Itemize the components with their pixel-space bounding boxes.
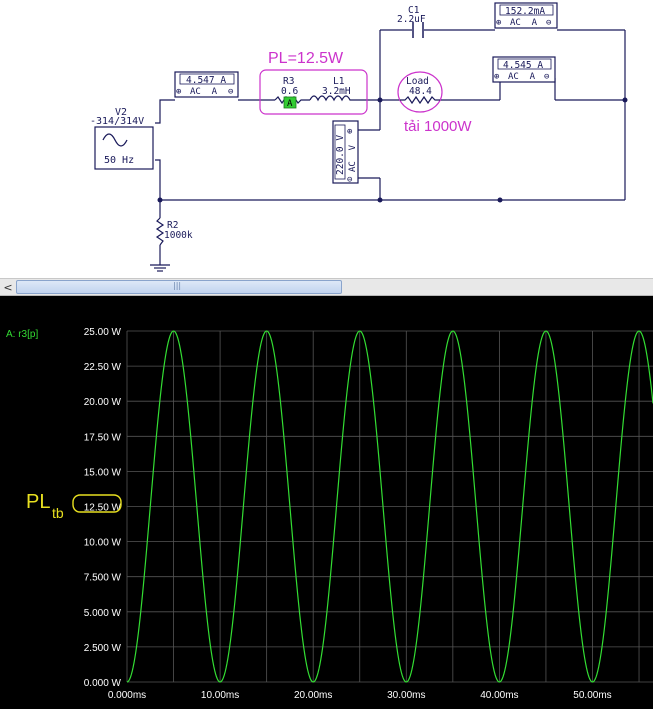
pl-annotation-group: PL=12.5W [259,50,368,115]
ammeter-capacitor-reading: 152.2mA [505,6,545,17]
resistor-r2[interactable]: R2 1000k [155,217,193,246]
svg-text:⊖: ⊖ [347,175,352,185]
x-tick-label: 30.00ms [387,690,425,701]
ammeter-input-mode: AC A [190,87,218,97]
c1-value: 2.2uF [397,14,426,25]
load-annotation: tải 1000W [404,118,472,135]
resistor-icon [400,95,440,105]
scroll-left-arrow[interactable]: < [0,279,16,295]
voltmeter-reading: 220.0 V [335,135,346,175]
svg-text:⊕: ⊕ [496,18,501,28]
ammeter-load[interactable]: 4.545 A ⊕ AC A ⊖ [492,56,556,83]
ammeter-capacitor[interactable]: 152.2mA ⊕ AC A ⊖ [494,2,558,29]
trace-label: A: r3[p] [6,329,38,340]
y-tick-label: 22.50 W [84,362,122,373]
r2-value: 1000k [164,230,193,241]
x-tick-label: 10.00ms [201,690,239,701]
load-resistor[interactable]: Load 48.4 tải 1000W [397,71,472,135]
y-tick-label: 0.000 W [84,678,122,689]
y-tick-label: 25.00 W [84,327,122,338]
source-freq: 50 Hz [104,155,134,166]
resistor-icon [155,217,165,246]
y-tick-label: 20.00 W [84,397,122,408]
pl-annotation-label: PL=12.5W [268,50,344,67]
ammeter-input[interactable]: 4.547 A ⊕ AC A ⊖ [174,71,239,98]
power-chart[interactable]: 0.000 W2.500 W5.000 W7.500 W10.00 W12.50… [0,296,653,709]
ammeter-capacitor-mode: AC A [510,18,538,28]
scrollbar-grip: ||| [173,281,182,290]
svg-text:⊕: ⊕ [494,72,499,82]
schematic-canvas[interactable]: V2 -314/314V 50 Hz 4.547 A ⊕ AC A ⊖ PL=1… [0,0,653,278]
voltage-source-v2[interactable]: V2 -314/314V 50 Hz [90,107,154,170]
junction-dots [157,97,628,203]
x-tick-label: 20.00ms [294,690,332,701]
voltmeter[interactable]: 220.0 V AC V ⊕ ⊖ [332,120,359,185]
ground-icon [150,264,170,272]
y-tick-label: 15.00 W [84,467,122,478]
probe-label: A [287,99,293,109]
pl-label: PL [26,491,50,513]
y-tick-label: 10.00 W [84,538,122,549]
capacitor-c1[interactable]: C1 2.2uF [397,5,426,38]
load-value: 48.4 [409,86,432,97]
y-tick-label: 17.50 W [84,432,122,443]
x-axis-ticks: 0.000ms 10.00ms 20.00ms 30.00ms 40.00ms 50.00… [108,690,612,701]
y-tick-label: 7.500 W [84,573,122,584]
horizontal-scrollbar[interactable]: < ||| [0,278,653,296]
y-tick-label: 5.000 W [84,608,122,619]
ammeter-load-reading: 4.545 A [503,60,543,71]
pl-subscript: tb [52,505,64,521]
svg-text:⊖: ⊖ [228,87,233,97]
inductor-l1[interactable]: L1 3.2mH [309,76,355,102]
chart-grid [126,330,653,683]
svg-text:⊕: ⊕ [176,87,181,97]
resistor-r3[interactable]: R3 0.6 A [274,76,310,109]
source-value: -314/314V [90,116,144,127]
oscilloscope-panel[interactable]: 0.000 W 2.500 W 5.000 W 7.500 W 10.00 W 12.50… [0,296,653,709]
ammeter-load-mode: AC A [508,72,536,82]
svg-text:⊕: ⊕ [347,127,352,137]
l1-value: 3.2mH [322,86,351,97]
svg-text:⊖: ⊖ [546,18,551,28]
x-tick-label: 40.00ms [480,690,518,701]
voltmeter-mode: AC V [348,144,358,172]
x-tick-label: 0.000ms [108,690,146,701]
y-tick-label: 2.500 W [84,643,122,654]
ammeter-input-reading: 4.547 A [186,75,226,86]
y-axis-ticks: 0.000 W2.500 W5.000 W7.500 W10.00 W12.50… [84,327,122,689]
x-tick-label: 50.00ms [573,690,611,701]
scrollbar-thumb[interactable]: ||| [16,280,342,294]
svg-text:⊖: ⊖ [544,72,549,82]
r3-value: 0.6 [281,86,298,97]
